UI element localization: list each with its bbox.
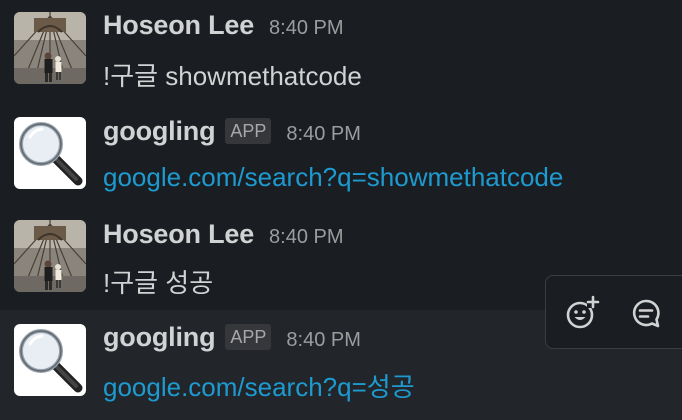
timestamp[interactable]: 8:40 PM: [269, 226, 343, 249]
search-link[interactable]: google.com/search?q=성공: [103, 372, 415, 402]
message-text: google.com/search?q=성공: [103, 367, 415, 404]
reply-in-thread-button[interactable]: [627, 294, 665, 332]
message-list: Hoseon Lee 8:40 PM !구글 showmethatcode go…: [0, 0, 682, 420]
message-header: googling APP 8:40 PM: [103, 322, 361, 356]
message-header: Hoseon Lee 8:40 PM: [103, 10, 344, 44]
timestamp[interactable]: 8:40 PM: [269, 17, 343, 40]
reply-in-thread-icon: [632, 299, 660, 328]
user-avatar[interactable]: [14, 220, 86, 292]
message-text: google.com/search?q=showmethatcode: [103, 162, 563, 193]
app-badge: APP: [225, 324, 272, 350]
search-link[interactable]: google.com/search?q=showmethatcode: [103, 162, 563, 192]
message-header: Hoseon Lee 8:40 PM: [103, 219, 344, 253]
app-badge: APP: [225, 118, 272, 144]
user-avatar[interactable]: [14, 12, 86, 84]
timestamp[interactable]: 8:40 PM: [286, 123, 360, 146]
sender-name[interactable]: Hoseon Lee: [103, 10, 254, 41]
app-avatar[interactable]: [14, 117, 86, 189]
sender-name[interactable]: googling: [103, 322, 216, 353]
app-avatar[interactable]: [14, 324, 86, 396]
timestamp[interactable]: 8:40 PM: [286, 329, 360, 352]
message-text: !구글 성공: [103, 268, 214, 298]
message-item: Hoseon Lee 8:40 PM !구글 showmethatcode: [0, 0, 682, 103]
message-text: !구글 showmethatcode: [103, 61, 362, 91]
message-header: googling APP 8:40 PM: [103, 116, 361, 150]
add-reaction-button[interactable]: [563, 294, 601, 332]
message-item: googling APP 8:40 PM google.com/search?q…: [0, 103, 682, 206]
sender-name[interactable]: googling: [103, 116, 216, 147]
sender-name[interactable]: Hoseon Lee: [103, 219, 254, 250]
message-actions-toolbar: [545, 275, 682, 349]
add-reaction-icon: [566, 295, 600, 329]
